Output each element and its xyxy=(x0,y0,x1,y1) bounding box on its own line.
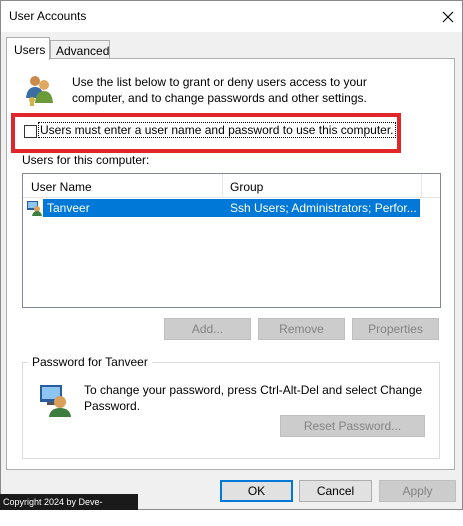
properties-button[interactable]: Properties xyxy=(352,318,439,340)
users-icon xyxy=(22,72,56,106)
add-button-label: Add... xyxy=(191,322,224,336)
users-section-label: Users for this computer: xyxy=(22,153,150,167)
column-divider[interactable] xyxy=(222,174,223,197)
column-group[interactable]: Group xyxy=(230,180,263,194)
ok-button-label: OK xyxy=(247,484,266,498)
remove-button[interactable]: Remove xyxy=(258,318,345,340)
reset-password-button[interactable]: Reset Password... xyxy=(280,415,425,437)
cancel-button-label: Cancel xyxy=(316,484,355,498)
user-icon xyxy=(26,200,42,216)
remove-button-label: Remove xyxy=(279,322,324,336)
reset-password-label: Reset Password... xyxy=(303,419,402,433)
password-group-title: Password for Tanveer xyxy=(28,355,152,369)
table-row[interactable]: Tanveer Ssh Users; Administrators; Perfo… xyxy=(23,199,420,217)
tab-advanced[interactable]: Advanced xyxy=(50,40,110,59)
tab-users[interactable]: Users xyxy=(6,37,50,60)
list-header: User Name Group xyxy=(23,174,440,198)
ok-button[interactable]: OK xyxy=(220,480,293,502)
require-login-label[interactable]: Users must enter a user name and passwor… xyxy=(38,122,396,138)
tab-advanced-label: Advanced xyxy=(56,44,110,58)
close-icon[interactable] xyxy=(433,1,462,32)
add-button[interactable]: Add... xyxy=(164,318,251,340)
intro-text: Use the list below to grant or deny user… xyxy=(72,75,367,105)
row-group: Ssh Users; Administrators; Perfor... xyxy=(230,201,417,215)
users-list[interactable]: User Name Group Tanveer Ssh Users; Admin… xyxy=(22,173,441,308)
password-instructions: To change your password, press Ctrl-Alt-… xyxy=(84,383,423,413)
column-divider[interactable] xyxy=(421,174,422,197)
row-user-name: Tanveer xyxy=(47,201,90,215)
copyright-watermark: Copyright 2024 by Deve-point.com xyxy=(0,494,138,523)
apply-button-label: Apply xyxy=(402,484,433,498)
apply-button[interactable]: Apply xyxy=(379,480,456,502)
require-login-checkbox[interactable] xyxy=(24,125,37,138)
password-user-icon xyxy=(38,383,72,417)
properties-button-label: Properties xyxy=(368,322,423,336)
column-user-name[interactable]: User Name xyxy=(31,180,92,194)
cancel-button[interactable]: Cancel xyxy=(299,480,372,502)
window-title: User Accounts xyxy=(9,9,87,23)
title-bar: User Accounts xyxy=(1,1,462,32)
tab-users-label: Users xyxy=(14,43,46,57)
